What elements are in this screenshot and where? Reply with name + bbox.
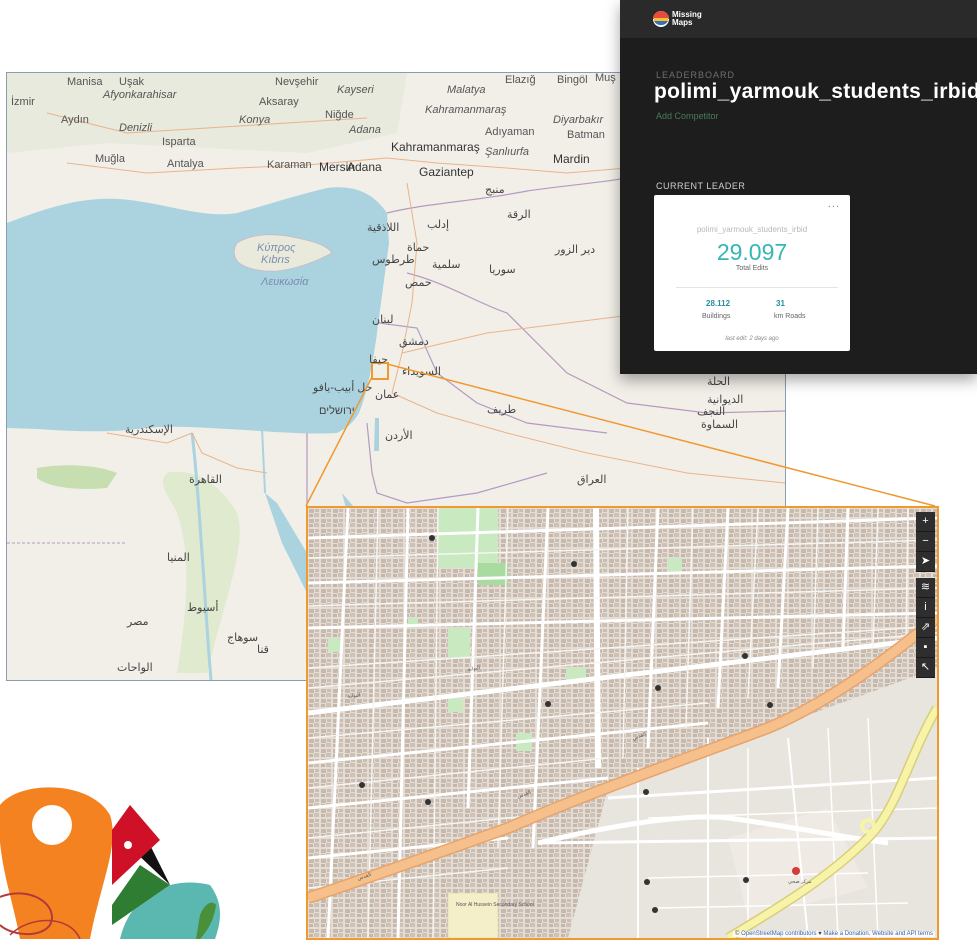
map-controls: + − ➤ ≋ i ⇗ ▪ ↖ [916, 512, 935, 678]
health-poi-label: مركز صحي [788, 879, 812, 885]
zoom-out-button[interactable]: − [916, 532, 935, 552]
share-button[interactable]: ⇗ [916, 618, 935, 638]
map-attribution: © OpenStreetMap contributors ♥ Make a Do… [732, 931, 935, 937]
donate-link[interactable]: Make a Donation [823, 931, 868, 937]
detail-map-canvas: القدس القدس البوابة البوابة القدس مركز ص… [308, 508, 937, 938]
detail-map[interactable]: القدس القدس البوابة البوابة القدس مركز ص… [306, 506, 939, 940]
layers-button[interactable]: ≋ [916, 578, 935, 598]
osm-contributors-link[interactable]: OpenStreetMap contributors [741, 931, 816, 937]
locate-button[interactable]: ➤ [916, 552, 935, 572]
zoom-in-button[interactable]: + [916, 512, 935, 532]
query-button[interactable]: ↖ [916, 658, 935, 678]
project-logo [0, 787, 220, 939]
info-button[interactable]: i [916, 598, 935, 618]
school-label: Noor Al Hussein Secondary School [456, 902, 534, 908]
api-terms-link[interactable]: Website and API terms [872, 931, 933, 937]
note-button[interactable]: ▪ [916, 638, 935, 658]
